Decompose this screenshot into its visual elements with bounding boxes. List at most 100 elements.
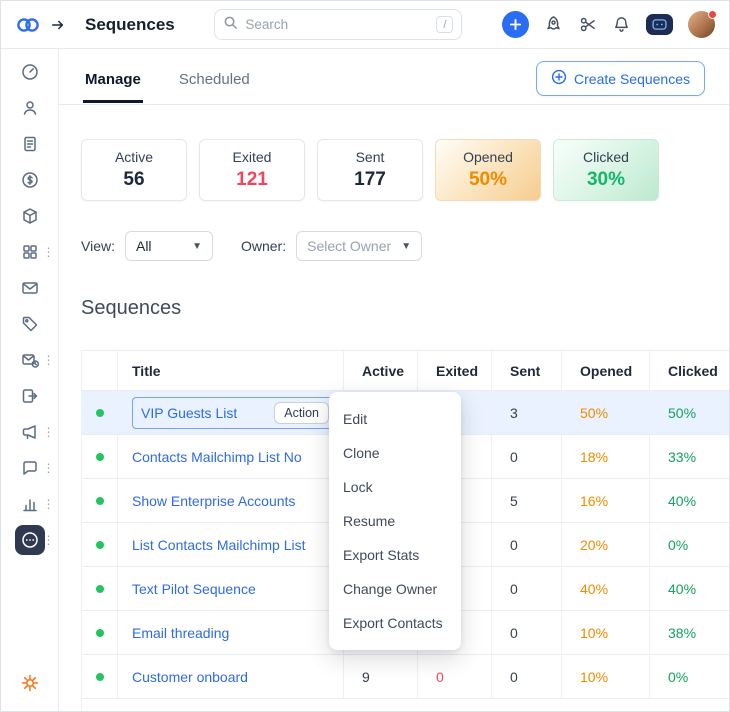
email-icon — [15, 273, 45, 303]
table-header-row: Title Active Exited Sent Opened Clicked — [82, 350, 729, 391]
sequences-icon — [14, 525, 45, 555]
overflow-dots-icon[interactable]: ⋮ — [43, 426, 55, 438]
stats-row: Active 56 Exited 121 Sent 177 Opened 50%… — [81, 139, 705, 201]
menu-item-edit[interactable]: Edit — [329, 402, 461, 436]
sequence-title-link[interactable]: VIP Guests List — [141, 405, 237, 421]
overflow-dots-icon[interactable]: ⋮ — [43, 354, 55, 366]
header-clicked[interactable]: Clicked — [650, 351, 729, 390]
sequence-title-link[interactable]: List Contacts Mailchimp List — [132, 537, 306, 553]
bell-icon[interactable] — [612, 15, 631, 34]
dollar-icon — [15, 165, 45, 195]
table-row[interactable]: Customer onboard 9 0 0 10% 0% — [82, 655, 729, 699]
expand-arrow-icon[interactable] — [51, 18, 65, 32]
status-dot — [95, 452, 104, 461]
dashboard-icon — [15, 57, 45, 87]
sidebar-item-tags[interactable] — [1, 306, 59, 342]
sequence-title-link[interactable]: Contacts Mailchimp List No — [132, 449, 302, 465]
overflow-dots-icon[interactable]: ⋮ — [43, 498, 55, 510]
owner-filter-label: Owner: — [240, 238, 287, 254]
sidebar-item-email[interactable] — [1, 270, 59, 306]
sidebar-item-chat[interactable]: ⋮ — [1, 450, 59, 486]
sequence-title-link[interactable]: Email threading — [132, 625, 229, 641]
circle-plus-icon — [551, 69, 567, 88]
sequence-title-link[interactable]: Text Pilot Sequence — [132, 581, 256, 597]
search-shortcut-badge: / — [436, 16, 454, 33]
apps-grid-icon — [15, 237, 45, 267]
menu-item-export-contacts[interactable]: Export Contacts — [329, 606, 461, 640]
stat-card-exited[interactable]: Exited 121 — [199, 139, 305, 201]
overflow-dots-icon[interactable]: ⋮ — [43, 462, 55, 474]
tab-manage[interactable]: Manage — [83, 63, 143, 103]
notes-icon — [15, 129, 45, 159]
sidebar-item-broadcast[interactable]: ⋮ — [1, 414, 59, 450]
top-bar: Sequences / — [1, 1, 729, 49]
topbar-actions — [501, 10, 717, 38]
view-dropdown[interactable]: All ▼ — [124, 231, 213, 261]
app-logo-icon[interactable] — [15, 15, 41, 35]
status-dot — [95, 540, 104, 549]
sidebar-item-dashboard[interactable] — [1, 54, 59, 90]
sidebar-item-products[interactable] — [1, 198, 59, 234]
menu-item-lock[interactable]: Lock — [329, 470, 461, 504]
status-dot — [95, 408, 104, 417]
sidebar-item-reports[interactable]: ⋮ — [1, 486, 59, 522]
view-filter-label: View: — [81, 238, 115, 254]
notification-dot — [707, 10, 717, 19]
sequence-title-link[interactable]: Customer onboard — [132, 669, 248, 685]
chevron-down-icon: ▼ — [192, 240, 202, 252]
header-exited[interactable]: Exited — [418, 351, 492, 390]
menu-item-change-owner[interactable]: Change Owner — [329, 572, 461, 606]
sidebar-item-notes[interactable] — [1, 126, 59, 162]
status-dot — [95, 672, 104, 681]
settings-sun-icon — [15, 668, 45, 698]
status-dot — [95, 628, 104, 637]
sidebar-item-campaigns[interactable]: ⋮ — [1, 342, 59, 378]
tab-scheduled[interactable]: Scheduled — [177, 63, 252, 103]
menu-item-clone[interactable]: Clone — [329, 436, 461, 470]
megaphone-icon — [15, 417, 45, 447]
campaign-email-icon — [15, 345, 45, 375]
search-box[interactable]: / — [214, 9, 463, 40]
scissors-icon[interactable] — [578, 15, 597, 34]
overflow-dots-icon[interactable]: ⋮ — [43, 246, 55, 258]
header-title[interactable]: Title — [118, 351, 344, 390]
header-opened[interactable]: Opened — [562, 351, 650, 390]
overflow-dots-icon[interactable]: ⋮ — [43, 534, 55, 546]
search-input[interactable] — [245, 17, 430, 32]
stat-card-clicked[interactable]: Clicked 30% — [553, 139, 659, 201]
user-avatar[interactable] — [687, 10, 717, 38]
sidebar: ⋮ ⋮ ⋮ ⋮ ⋮ ⋮ — [1, 49, 59, 711]
filters-row: View: All ▼ Owner: Select Owner ▼ — [81, 231, 729, 261]
status-dot — [95, 584, 104, 593]
stat-card-opened[interactable]: Opened 50% — [435, 139, 541, 201]
page-title: Sequences — [85, 14, 175, 34]
menu-item-resume[interactable]: Resume — [329, 504, 461, 538]
menu-item-export-stats[interactable]: Export Stats — [329, 538, 461, 572]
sidebar-item-apps[interactable]: ⋮ — [1, 234, 59, 270]
sidebar-item-contacts[interactable] — [1, 90, 59, 126]
header-sent[interactable]: Sent — [492, 351, 562, 390]
rocket-icon[interactable] — [544, 15, 563, 34]
create-sequences-button[interactable]: Create Sequences — [536, 61, 705, 96]
header-active[interactable]: Active — [344, 351, 418, 390]
assistant-bot-icon[interactable] — [645, 14, 673, 35]
sidebar-item-settings[interactable] — [1, 665, 59, 701]
sidebar-item-sequences[interactable]: ⋮ — [1, 522, 59, 558]
main-content: Manage Scheduled Create Sequences Active… — [59, 49, 729, 711]
row-context-menu: Edit Clone Lock Resume Export Stats Chan… — [329, 392, 461, 650]
contacts-icon — [15, 93, 45, 123]
header-status-col — [82, 351, 118, 390]
sidebar-item-journeys[interactable] — [1, 378, 59, 414]
search-icon — [223, 15, 238, 35]
sequence-title-link[interactable]: Show Enterprise Accounts — [132, 493, 295, 509]
app-window: Sequences / — [0, 0, 730, 712]
tabs-bar: Manage Scheduled Create Sequences — [59, 49, 729, 105]
add-button[interactable] — [501, 11, 529, 38]
action-button[interactable]: Action — [274, 401, 329, 424]
bar-chart-icon — [15, 489, 45, 519]
sidebar-item-payments[interactable] — [1, 162, 59, 198]
stat-card-sent[interactable]: Sent 177 — [317, 139, 423, 201]
owner-dropdown[interactable]: Select Owner ▼ — [296, 231, 423, 261]
stat-card-active[interactable]: Active 56 — [81, 139, 187, 201]
chevron-down-icon: ▼ — [401, 240, 412, 252]
